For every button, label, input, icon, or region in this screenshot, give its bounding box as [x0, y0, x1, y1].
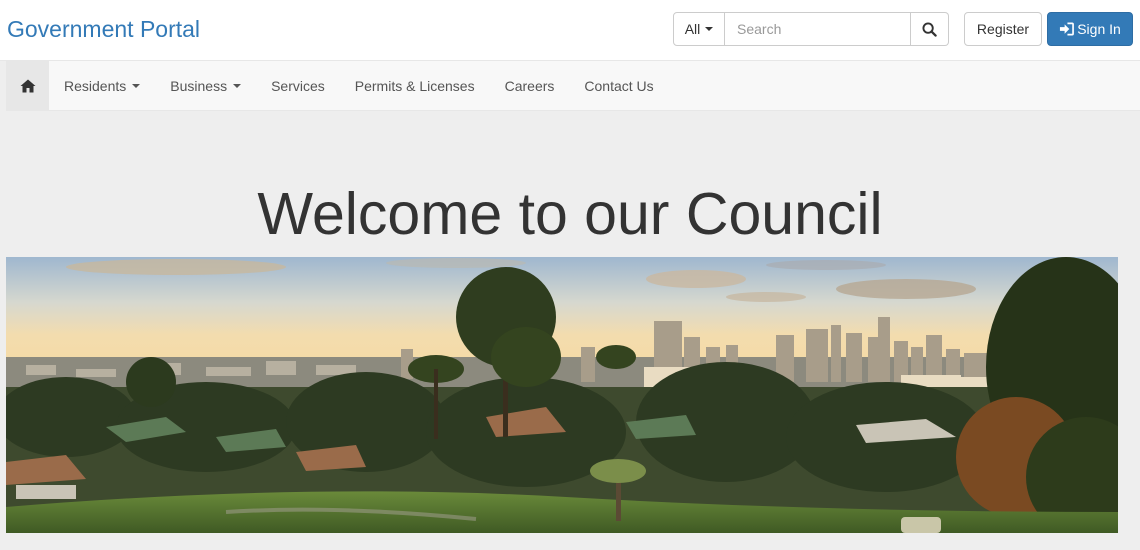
nav-item-label: Services: [271, 77, 325, 94]
nav-item-careers[interactable]: Careers: [490, 61, 570, 110]
search-input[interactable]: [725, 12, 911, 46]
search-icon: [922, 21, 937, 37]
hero-title: Welcome to our Council: [257, 181, 883, 247]
main-navbar: Residents Business Services Permits & Li…: [6, 61, 1140, 111]
chevron-down-icon: [132, 83, 141, 88]
nav-item-label: Careers: [504, 77, 555, 94]
nav-item-business[interactable]: Business: [155, 61, 256, 110]
hero-cityscape-image: [6, 257, 1118, 533]
top-header: Government Portal All Register Sign In: [0, 0, 1140, 61]
sign-in-label: Sign In: [1077, 21, 1121, 37]
nav-item-services[interactable]: Services: [256, 61, 340, 110]
search-scope-label: All: [684, 21, 701, 37]
nav-item-label: Business: [170, 77, 228, 94]
home-icon: [20, 79, 35, 93]
chevron-down-icon: [233, 83, 242, 88]
nav-item-residents[interactable]: Residents: [49, 61, 155, 110]
sign-in-icon: [1060, 22, 1075, 36]
nav-item-label: Permits & Licenses: [354, 77, 475, 94]
nav-item-contact-us[interactable]: Contact Us: [569, 61, 668, 110]
register-label: Register: [976, 21, 1030, 37]
nav-item-label: Contact Us: [584, 77, 654, 94]
brand-logo-link[interactable]: Government Portal: [7, 16, 200, 43]
search-scope-dropdown[interactable]: All: [673, 12, 725, 46]
sign-in-button[interactable]: Sign In: [1047, 12, 1133, 46]
search-group: All: [673, 12, 949, 46]
nav-item-label: Residents: [64, 77, 127, 94]
chevron-down-icon: [705, 27, 714, 31]
nav-home-button[interactable]: [6, 61, 49, 111]
nav-item-permits-licenses[interactable]: Permits & Licenses: [340, 61, 490, 110]
search-button[interactable]: [911, 12, 949, 46]
register-button[interactable]: Register: [964, 12, 1042, 46]
